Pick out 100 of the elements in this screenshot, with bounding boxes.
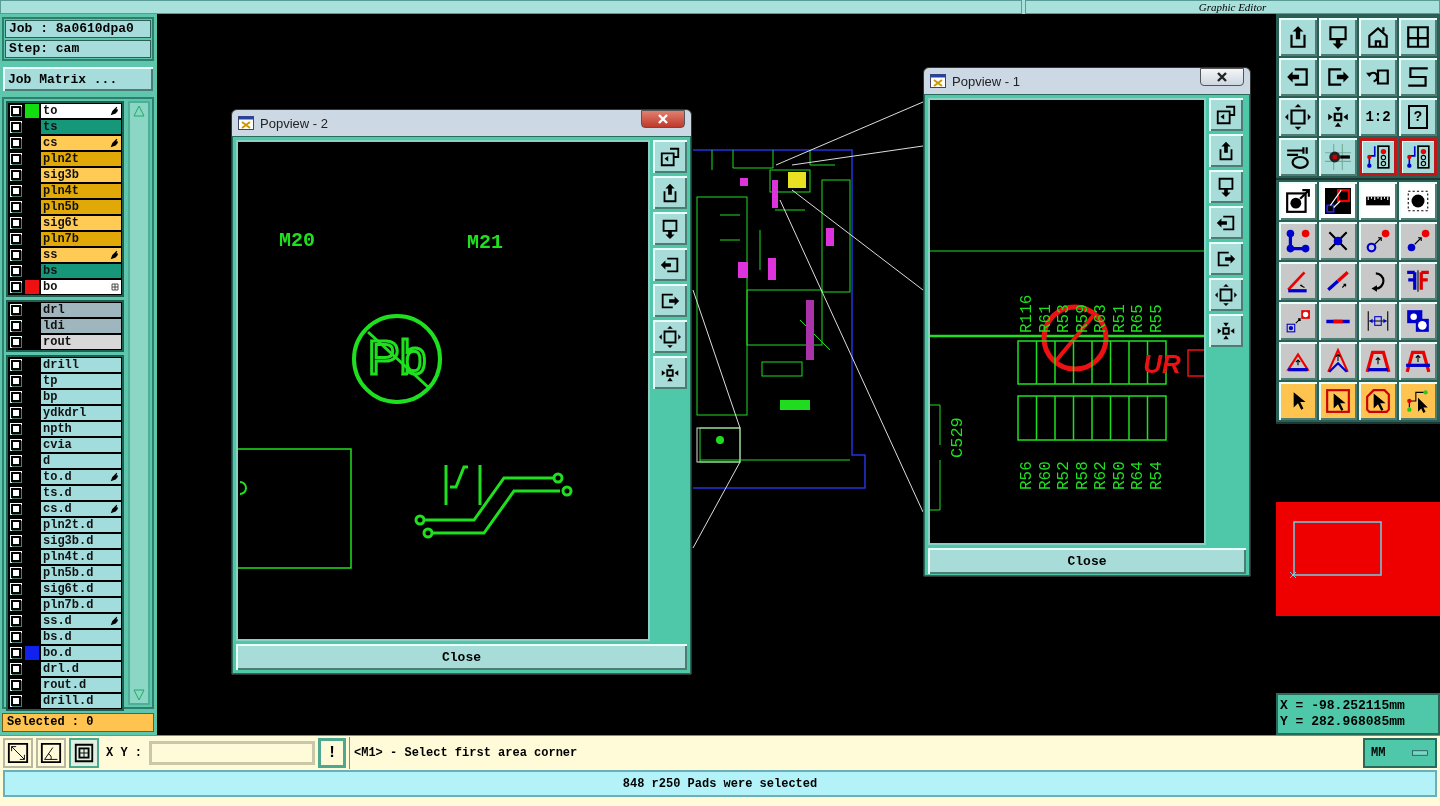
- layer-name[interactable]: cs.d: [41, 502, 121, 516]
- checkbox[interactable]: [10, 320, 22, 332]
- checkbox[interactable]: [10, 359, 22, 371]
- tool-button[interactable]: [1319, 342, 1357, 380]
- checkbox[interactable]: [10, 567, 22, 579]
- layer-name[interactable]: drl: [41, 303, 121, 317]
- layer-name[interactable]: bs: [41, 264, 121, 278]
- tool-button[interactable]: [1359, 182, 1397, 220]
- checkbox[interactable]: [10, 503, 22, 515]
- view-tool-button[interactable]: [1209, 278, 1243, 311]
- view-tool-button[interactable]: [653, 284, 687, 317]
- tool-button[interactable]: [1319, 302, 1357, 340]
- checkbox[interactable]: [10, 375, 22, 387]
- tool-button[interactable]: [1279, 58, 1317, 96]
- layer-name[interactable]: npth: [41, 422, 121, 436]
- layer-name[interactable]: bo.d: [41, 646, 121, 660]
- tool-button[interactable]: ?: [1399, 98, 1437, 136]
- layer-name[interactable]: bs.d: [41, 630, 121, 644]
- tool-button[interactable]: [1279, 98, 1317, 136]
- tool-button[interactable]: [1319, 182, 1357, 220]
- checkbox[interactable]: [10, 583, 22, 595]
- view-tool-button[interactable]: [1209, 206, 1243, 239]
- checkbox[interactable]: [10, 185, 22, 197]
- checkbox[interactable]: [10, 439, 22, 451]
- checkbox[interactable]: [10, 471, 22, 483]
- view-tool-button[interactable]: [653, 320, 687, 353]
- close-button[interactable]: [1200, 68, 1244, 86]
- layer-name[interactable]: ts.d: [41, 486, 121, 500]
- checkbox[interactable]: [10, 423, 22, 435]
- tool-button[interactable]: [1359, 138, 1397, 176]
- checkbox[interactable]: [10, 265, 22, 277]
- layer-name[interactable]: cs: [41, 136, 121, 150]
- checkbox[interactable]: [10, 153, 22, 165]
- layer-name[interactable]: sig6t: [41, 216, 121, 230]
- tool-button[interactable]: [1399, 222, 1437, 260]
- close-button[interactable]: Close: [928, 548, 1246, 574]
- checkbox[interactable]: [10, 551, 22, 563]
- checkbox[interactable]: [10, 304, 22, 316]
- layer-name[interactable]: tp: [41, 374, 121, 388]
- checkbox[interactable]: [10, 695, 22, 707]
- checkbox[interactable]: [10, 615, 22, 627]
- tool-button[interactable]: [1319, 262, 1357, 300]
- tool-button[interactable]: [3, 738, 33, 768]
- view-tool-button[interactable]: [1209, 98, 1243, 131]
- tool-button[interactable]: [1279, 222, 1317, 260]
- tool-button[interactable]: [1279, 182, 1317, 220]
- checkbox[interactable]: [10, 647, 22, 659]
- checkbox[interactable]: [10, 336, 22, 348]
- tool-button[interactable]: [69, 738, 99, 768]
- view-tool-button[interactable]: [1209, 134, 1243, 167]
- tool-button[interactable]: [1319, 98, 1357, 136]
- view-tool-button[interactable]: [1209, 242, 1243, 275]
- layer-name[interactable]: pln4t: [41, 184, 121, 198]
- layer-name[interactable]: rout.d: [41, 678, 121, 692]
- tool-button[interactable]: [1399, 138, 1437, 176]
- checkbox[interactable]: [10, 679, 22, 691]
- alert-button[interactable]: !: [318, 738, 346, 768]
- close-button[interactable]: Close: [236, 644, 687, 670]
- tool-button[interactable]: [1359, 58, 1397, 96]
- view-tool-button[interactable]: [653, 248, 687, 281]
- tool-button[interactable]: [1319, 58, 1357, 96]
- tool-button[interactable]: 1:2: [1359, 98, 1397, 136]
- layer-name[interactable]: pln4t.d: [41, 550, 121, 564]
- tool-button[interactable]: [1319, 18, 1357, 56]
- layer-name[interactable]: pln2t.d: [41, 518, 121, 532]
- tool-button[interactable]: [1399, 342, 1437, 380]
- checkbox[interactable]: [10, 137, 22, 149]
- layer-name[interactable]: d: [41, 454, 121, 468]
- checkbox[interactable]: [10, 631, 22, 643]
- layer-name[interactable]: ldi: [41, 319, 121, 333]
- checkbox[interactable]: [10, 233, 22, 245]
- checkbox[interactable]: [10, 519, 22, 531]
- tool-button[interactable]: [1359, 222, 1397, 260]
- view-tool-button[interactable]: [1209, 314, 1243, 347]
- layer-name[interactable]: bp: [41, 390, 121, 404]
- layer-name[interactable]: ss: [41, 248, 121, 262]
- layer-name[interactable]: pln5b: [41, 200, 121, 214]
- tool-button[interactable]: [1279, 302, 1317, 340]
- layer-name[interactable]: to.d: [41, 470, 121, 484]
- layer-name[interactable]: ts: [41, 120, 121, 134]
- tool-button[interactable]: [1279, 138, 1317, 176]
- tool-button[interactable]: [1279, 262, 1317, 300]
- view-tool-button[interactable]: [653, 212, 687, 245]
- tool-button[interactable]: [1399, 262, 1437, 300]
- tool-button[interactable]: [1399, 302, 1437, 340]
- view-tool-button[interactable]: [653, 140, 687, 173]
- tool-button[interactable]: [1279, 382, 1317, 420]
- layer-name[interactable]: sig3b.d: [41, 534, 121, 548]
- tool-button[interactable]: [1319, 382, 1357, 420]
- tool-button[interactable]: [1399, 382, 1437, 420]
- checkbox[interactable]: [10, 599, 22, 611]
- tool-button[interactable]: [1359, 302, 1397, 340]
- layer-name[interactable]: pln7b.d: [41, 598, 121, 612]
- layer-name[interactable]: pln5b.d: [41, 566, 121, 580]
- checkbox[interactable]: [10, 217, 22, 229]
- checkbox[interactable]: [10, 535, 22, 547]
- layer-name[interactable]: pln2t: [41, 152, 121, 166]
- job-matrix-button[interactable]: Job Matrix ...: [3, 67, 153, 91]
- units-dropdown[interactable]: MM: [1363, 738, 1437, 768]
- layer-name[interactable]: sig6t.d: [41, 582, 121, 596]
